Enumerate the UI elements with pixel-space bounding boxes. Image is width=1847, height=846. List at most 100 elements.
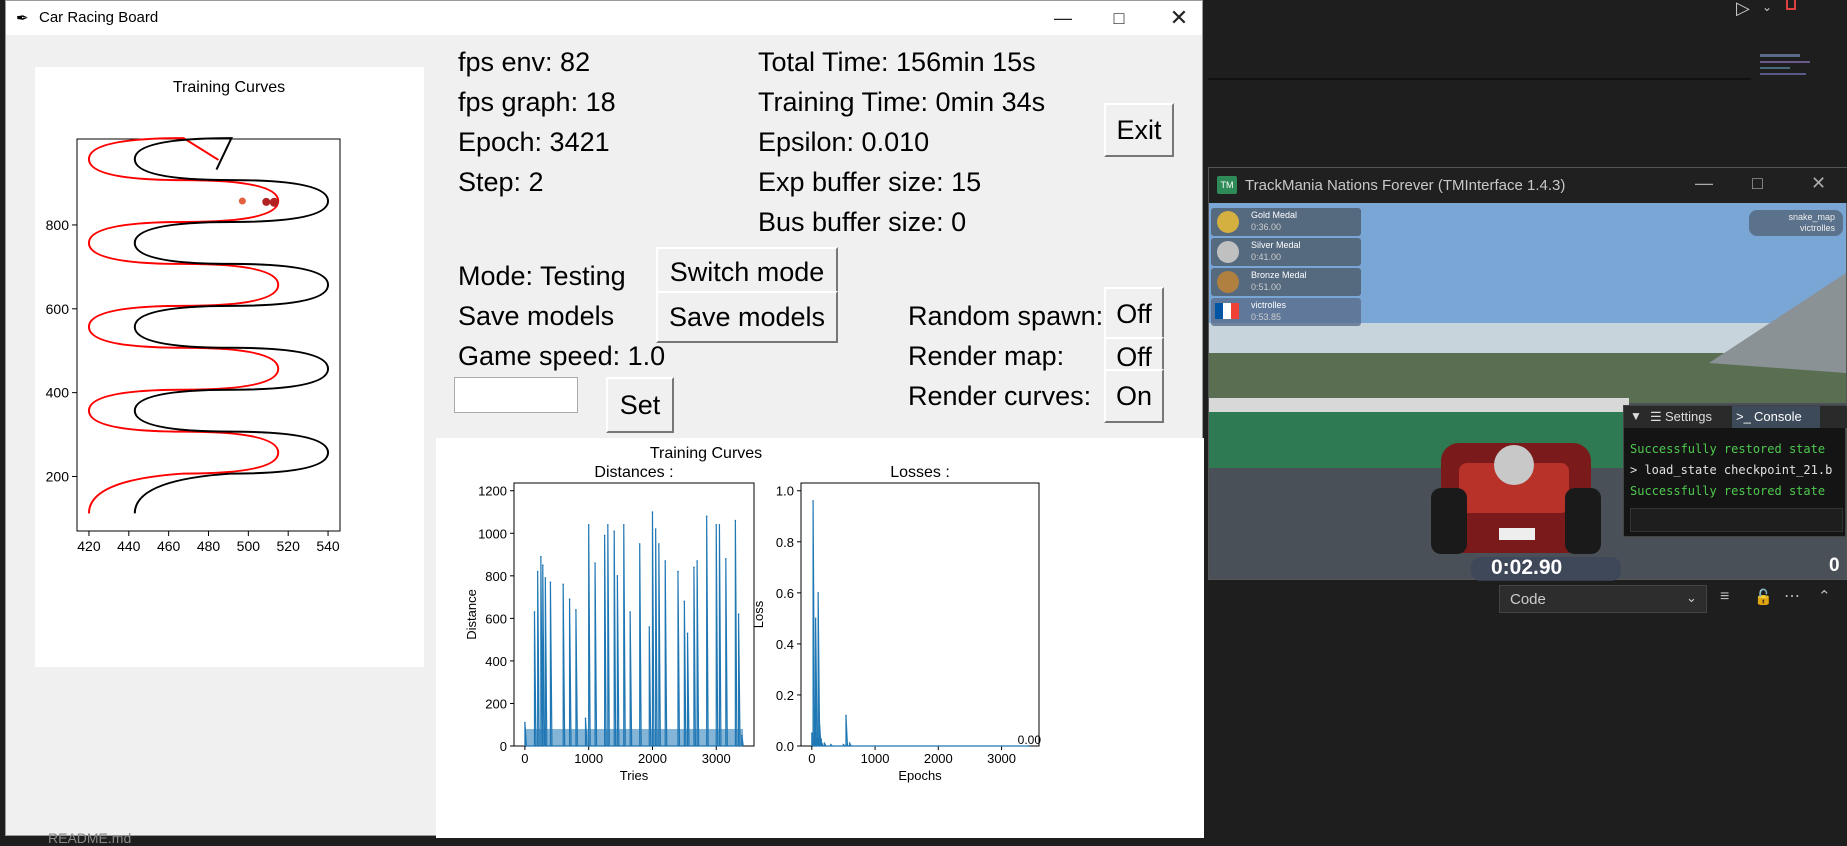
console-input[interactable] — [1630, 508, 1843, 532]
losses-data-point — [846, 743, 849, 746]
race-car-driver — [1494, 445, 1534, 485]
map-info: snake_map victrolles — [1749, 210, 1843, 236]
distances-data-point — [693, 566, 695, 569]
losses-data-point — [812, 500, 814, 502]
distances-data-point — [594, 562, 596, 564]
losses-data-point — [829, 743, 832, 746]
distances-y-tick-label: 0 — [500, 739, 507, 754]
distances-data-point — [664, 560, 667, 562]
minimize-icon[interactable]: — — [1040, 1, 1086, 35]
losses-y-tick-label: 0.8 — [776, 535, 794, 550]
menu-icon: ☰ — [1650, 409, 1662, 424]
run-icon[interactable]: ▷ — [1736, 0, 1750, 19]
tab-settings[interactable]: Settings — [1665, 409, 1712, 424]
tm-close-icon[interactable]: ✕ — [1811, 173, 1826, 194]
chevron-down-icon[interactable]: ⌄ — [1762, 0, 1772, 14]
distances-data-point — [544, 577, 547, 579]
license-plate — [1499, 528, 1535, 540]
track-plot-title: Training Curves — [173, 79, 285, 96]
barrier-top — [1209, 398, 1629, 412]
player-record: victrolles 0:53.85 — [1211, 298, 1361, 326]
distances-data-point — [607, 523, 609, 526]
chevron-down-icon: ⌄ — [1686, 590, 1697, 605]
distances-xlabel: Tries — [620, 768, 649, 783]
console-line: > load_state checkpoint_21.b — [1630, 463, 1833, 477]
tm-app-icon: TM — [1217, 176, 1237, 194]
losses-data-point — [845, 714, 847, 717]
distances-noise-band — [524, 728, 744, 746]
losses-data-point — [811, 732, 813, 735]
losses-title: Losses : — [890, 464, 950, 481]
losses-y-tick-label: 0.4 — [776, 637, 794, 652]
losses-noise-band — [811, 738, 822, 746]
distances-data-point — [562, 583, 564, 586]
tm-maximize-icon[interactable]: □ — [1752, 173, 1763, 194]
losses-series-line — [811, 500, 1030, 747]
distances-title: Distances : — [594, 464, 673, 481]
distances-data-point — [686, 632, 689, 635]
language-select[interactable]: Code ⌄ — [1499, 585, 1707, 613]
tm-minimize-icon[interactable]: — — [1695, 173, 1713, 194]
distances-x-tick-label: 1000 — [574, 751, 603, 766]
losses-data-point — [874, 745, 876, 747]
tm-window-title: TrackMania Nations Forever (TMInterface … — [1245, 177, 1566, 194]
distances-data-point — [638, 543, 641, 545]
losses-y-tick-label: 0.6 — [776, 586, 794, 601]
terminal-icon: >_ — [1736, 409, 1751, 424]
step: Step: 2 — [458, 167, 544, 197]
losses-data-point — [937, 745, 940, 747]
unlock-icon[interactable]: 🔓 — [1754, 588, 1773, 606]
track-left-edge — [87, 137, 280, 514]
losses-x-tick-label: 2000 — [924, 751, 953, 766]
distances-data-point — [629, 611, 631, 613]
switch-mode-button[interactable]: Switch mode — [656, 247, 838, 297]
chevron-up-icon[interactable]: ⌃ — [1818, 587, 1831, 605]
losses-xlabel: Epochs — [898, 768, 942, 783]
close-icon[interactable]: ✕ — [1156, 1, 1202, 35]
distances-data-point — [575, 609, 577, 611]
bus-buffer-size: Bus buffer size: 0 — [758, 207, 967, 237]
rear-wheel-left — [1431, 488, 1467, 554]
window-title: Car Racing Board — [39, 9, 159, 26]
console-tabbar: ▼ ☰ Settings >_ Console — [1624, 406, 1847, 428]
distances-data-point — [677, 570, 679, 573]
distances-y-tick-label: 1200 — [478, 484, 507, 499]
rear-wheel-right — [1565, 488, 1601, 554]
losses-y-tick-label: 0.0 — [776, 739, 794, 754]
random-spawn-toggle[interactable]: Off — [1104, 287, 1164, 341]
readme-tab[interactable]: README.md — [48, 830, 131, 846]
set-button[interactable]: Set — [606, 377, 674, 433]
game-speed-label: Game speed: 1.0 — [458, 341, 666, 371]
distances-y-tick-label: 1000 — [478, 526, 507, 541]
losses-data-point — [818, 719, 821, 722]
car-marker — [262, 197, 271, 206]
distances-data-point — [683, 600, 686, 603]
chevron-down-icon[interactable]: ▼ — [1630, 409, 1642, 423]
distances-data-point — [651, 511, 654, 513]
distances-x-tick-label: 0 — [521, 751, 528, 766]
more-icon[interactable]: ⋯ — [1784, 586, 1800, 606]
x-tick-label: 420 — [77, 538, 101, 554]
exit-button[interactable]: Exit — [1104, 103, 1174, 157]
silver-medal-icon — [1217, 241, 1239, 263]
maximize-icon[interactable]: □ — [1096, 1, 1142, 35]
render-curves-toggle[interactable]: On — [1104, 369, 1164, 423]
epoch: Epoch: 3421 — [458, 127, 610, 157]
y-tick-label: 600 — [46, 301, 70, 317]
y-tick-label: 200 — [46, 468, 70, 484]
record-icon[interactable] — [1786, 0, 1796, 10]
distances-data-point — [696, 560, 698, 562]
losses-y-tick-label: 0.2 — [776, 688, 794, 703]
game-speed-input[interactable] — [454, 377, 578, 413]
distances-x-tick-label: 2000 — [638, 751, 667, 766]
bronze-medal-icon — [1217, 271, 1239, 293]
save-models-button[interactable]: Save models — [656, 291, 838, 343]
y-tick-label: 800 — [46, 217, 70, 233]
distances-data-point — [725, 558, 727, 560]
training-time: Training Time: 0min 34s — [758, 87, 1046, 117]
tab-console[interactable]: >_ Console — [1732, 406, 1820, 428]
x-tick-label: 500 — [237, 538, 261, 554]
list-icon[interactable]: ≡ — [1720, 588, 1729, 606]
distances-data-point — [718, 523, 721, 526]
fps-env: fps env: 82 — [458, 47, 591, 77]
